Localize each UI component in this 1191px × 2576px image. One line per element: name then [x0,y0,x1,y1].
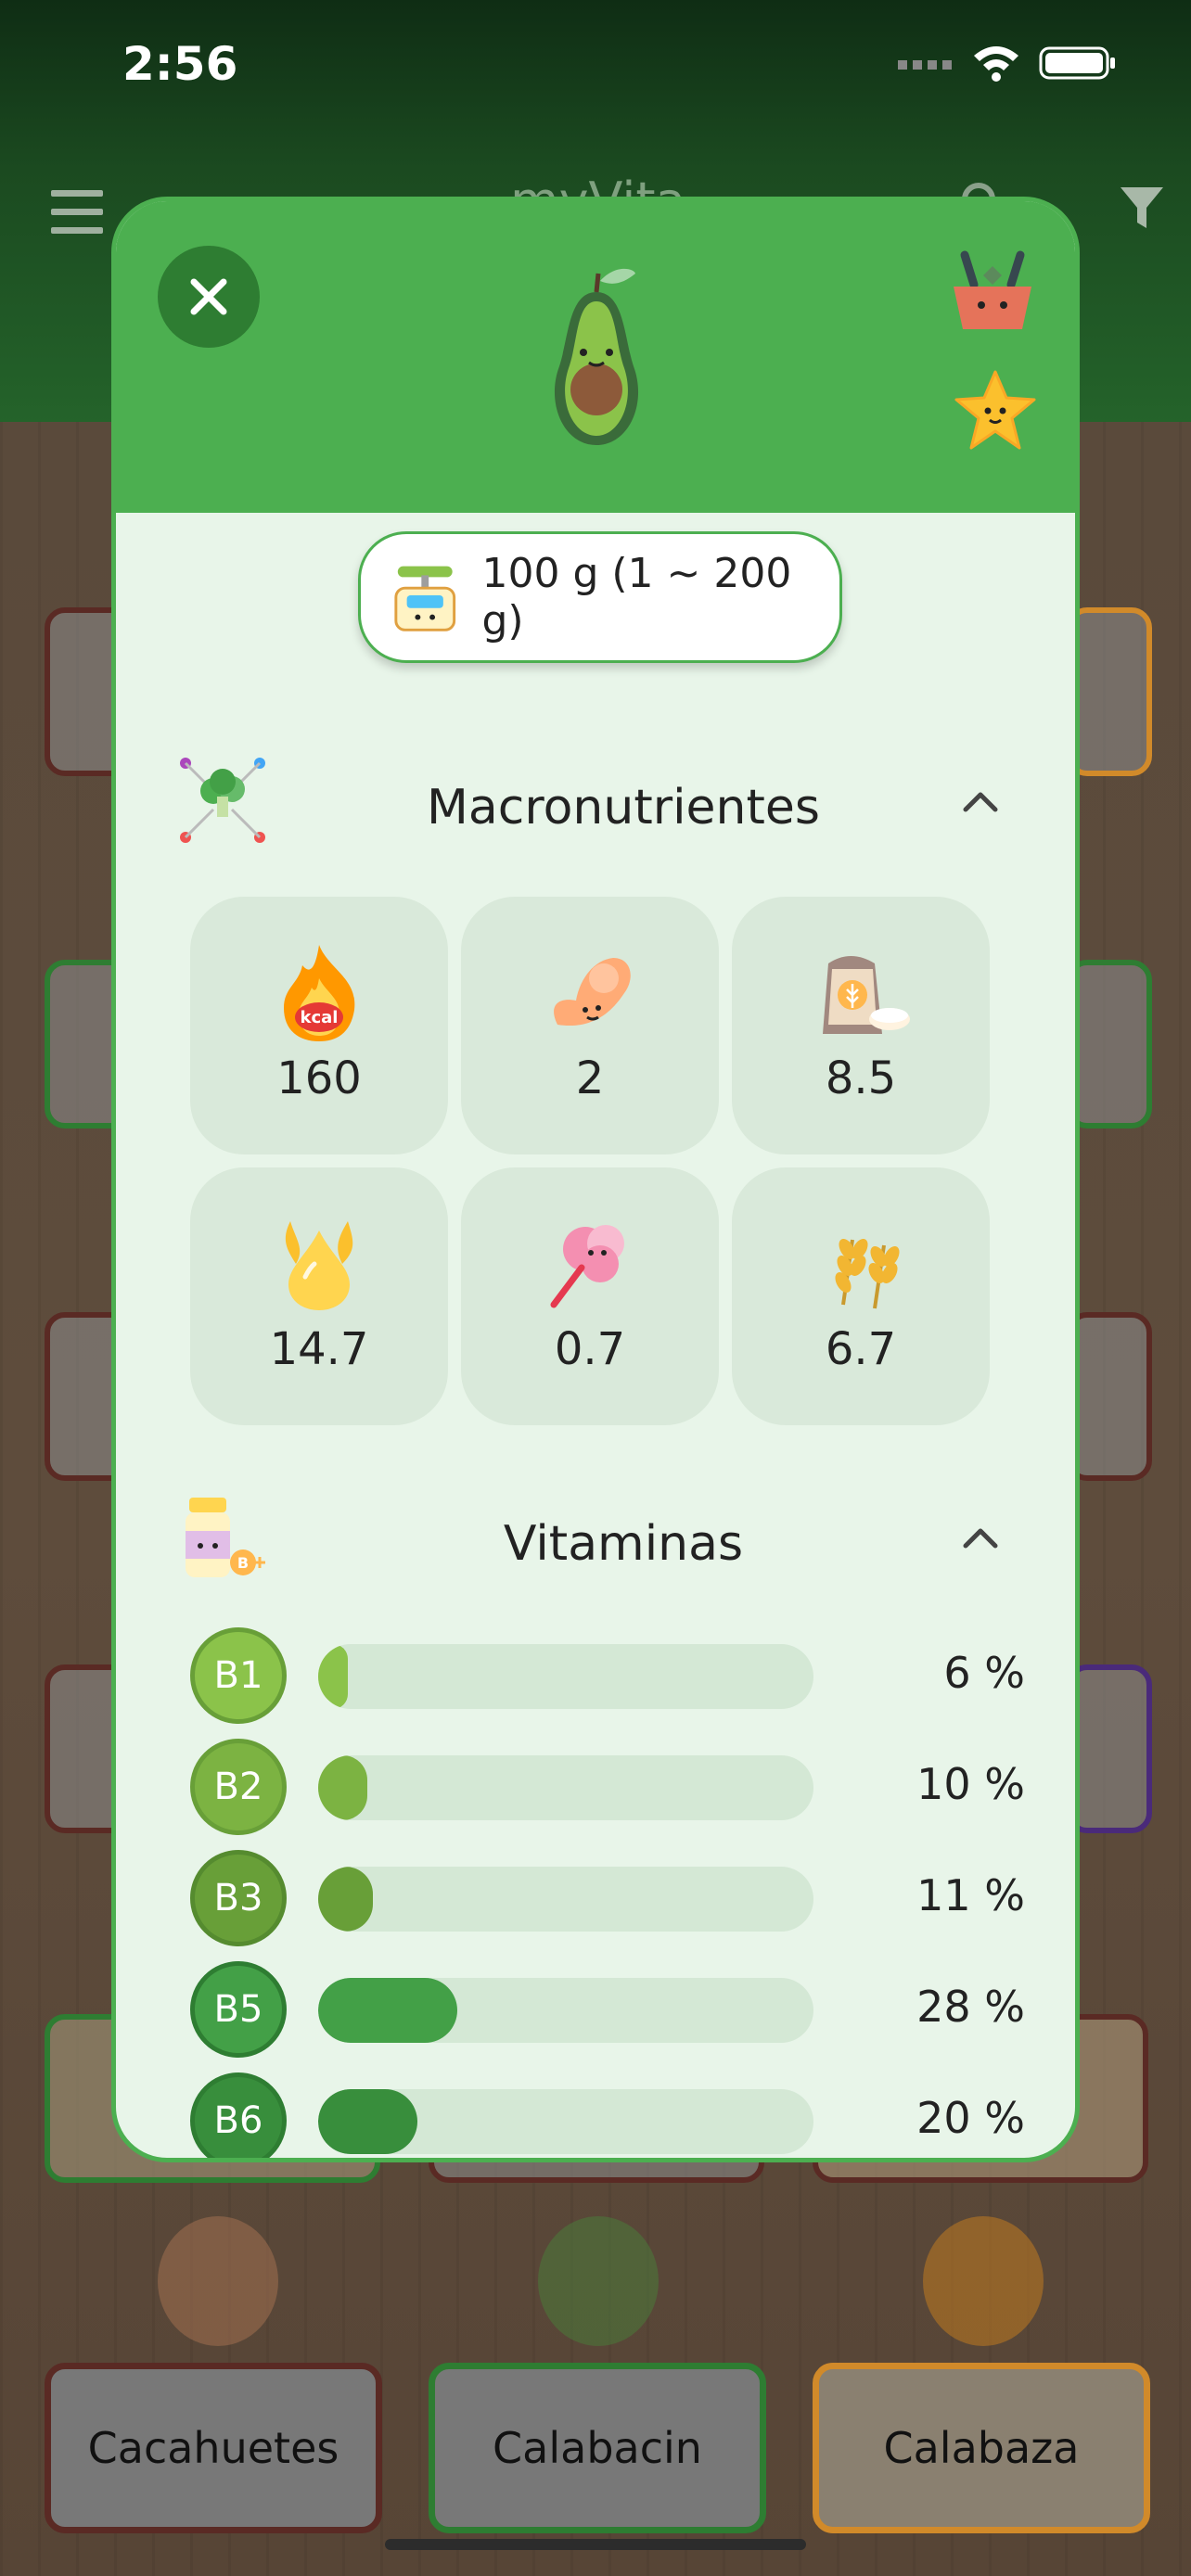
favorite-star-icon[interactable] [953,368,1038,453]
vitamin-row: B1 6 % [190,1627,1025,1728]
macro-value: 2 [575,1052,605,1104]
vitamin-row: B5 28 % [190,1961,1025,2061]
home-indicator [385,2539,806,2550]
kcal-fire-icon: kcal [284,945,355,1041]
vitamin-badge: B5 [190,1961,287,2058]
macro-fat[interactable]: 14.7 [190,1167,448,1425]
macro-fiber[interactable]: 6.7 [732,1167,990,1425]
vitamin-progress-track [318,2089,813,2154]
vitamins-section-header[interactable]: B Vitaminas [116,1490,1075,1601]
close-icon [190,278,227,315]
vitamin-row: B2 10 % [190,1739,1025,1839]
vitamin-row: B6 20 % [190,2072,1025,2158]
macro-value: 0.7 [554,1323,626,1375]
weight-selector[interactable]: 100 g (1 ~ 200 g) [358,531,842,663]
wheat-fiber-icon [835,1239,900,1309]
vitamin-percent: 11 % [916,1870,1025,1920]
avocado-icon [554,268,639,445]
status-time: 2:56 [122,37,238,91]
food-card-calabacin[interactable]: Calabacin [429,2363,766,2533]
filter-icon[interactable] [1119,184,1165,232]
kitchen-scale-icon [394,566,456,631]
macro-carbs[interactable]: 8.5 [732,897,990,1154]
cotton-candy-sugar-icon [550,1225,624,1308]
vitamin-percent: 10 % [916,1759,1025,1809]
vitamin-progress-fill [318,1978,457,2043]
flour-sack-icon [823,956,910,1034]
peanut-icon [158,2216,278,2346]
status-icons [898,45,1117,82]
macros-title: Macronutrientes [427,780,820,835]
vitamin-badge: B6 [190,2072,287,2158]
food-card-calabaza[interactable]: Calabaza [813,2363,1150,2533]
vitamin-badge: B3 [190,1850,287,1946]
macros-grid: kcal 160 2 8.5 14.7 0.7 6.7 [190,897,990,1425]
weight-value: 100 g (1 ~ 200 g) [481,550,792,644]
food-detail-modal: 100 g (1 ~ 200 g) Macronutrientes kcal 1… [111,197,1080,2162]
macro-sugar[interactable]: 0.7 [461,1167,719,1425]
macros-section-header[interactable]: Macronutrientes [116,754,1075,865]
vitamin-progress-fill [318,1867,373,1932]
macro-calories[interactable]: kcal 160 [190,897,448,1154]
close-button[interactable] [158,246,260,348]
vitamin-badge: B2 [190,1739,287,1835]
vitamin-progress-fill [318,1644,348,1709]
vitamin-percent: 28 % [916,1982,1025,2032]
macro-value: 160 [276,1052,362,1104]
vitamin-progress-fill [318,1755,367,1820]
vitamin-progress-track [318,1867,813,1932]
wifi-icon [974,46,1018,82]
macro-value: 6.7 [825,1323,897,1375]
vitamin-badge: B1 [190,1627,287,1724]
zucchini-icon [538,2216,659,2346]
vitamin-progress-track [318,1755,813,1820]
kcal-badge: kcal [301,1008,339,1027]
food-card-cacahuetes[interactable]: Cacahuetes [45,2363,382,2533]
macro-value: 8.5 [825,1052,897,1104]
hamburger-menu-icon[interactable] [51,190,103,246]
vitamins-title: Vitaminas [503,1516,744,1572]
macro-protein[interactable]: 2 [461,897,719,1154]
shopping-basket-icon[interactable] [946,248,1039,340]
vitamin-percent: 20 % [916,2093,1025,2143]
vitamin-row: B3 11 % [190,1850,1025,1950]
protein-muscle-icon [554,958,631,1027]
fat-drop-icon [285,1221,353,1310]
vitamin-progress-track [318,1978,813,2043]
pumpkin-icon [923,2216,1044,2346]
vitamin-percent: 6 % [943,1648,1025,1698]
cellular-signal-icon [898,60,952,70]
chevron-up-icon[interactable] [960,1518,1001,1559]
battery-icon [1039,46,1115,80]
chevron-up-icon[interactable] [960,782,1001,823]
vitamin-progress-fill [318,2089,417,2154]
macro-value: 14.7 [269,1323,369,1375]
vitamin-progress-track [318,1644,813,1709]
